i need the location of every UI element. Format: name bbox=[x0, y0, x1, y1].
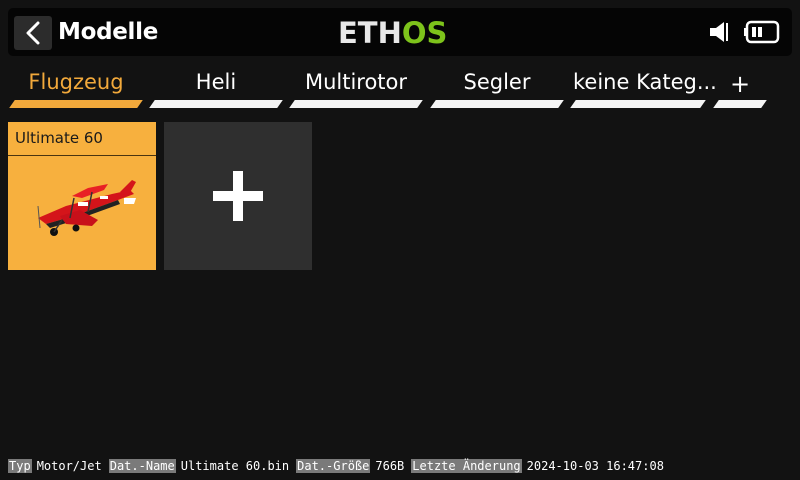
speaker-icon bbox=[710, 22, 728, 42]
tab-flugzeug[interactable]: Flugzeug bbox=[9, 62, 143, 112]
tab-heli[interactable]: Heli bbox=[149, 62, 283, 112]
modified-value: 2024-10-03 16:47:08 bbox=[526, 459, 664, 473]
category-tabs: Flugzeug Heli Multirotor Segler keine Ka… bbox=[0, 62, 800, 112]
chevron-left-icon bbox=[26, 21, 40, 45]
model-card-ultimate-60[interactable]: Ultimate 60 bbox=[8, 122, 156, 270]
add-model-button[interactable] bbox=[164, 122, 312, 270]
tab-segler[interactable]: Segler bbox=[430, 62, 564, 112]
tab-indicator bbox=[430, 100, 564, 108]
type-value: Motor/Jet bbox=[36, 459, 102, 473]
tab-label: Flugzeug bbox=[28, 70, 124, 94]
tab-indicator bbox=[289, 100, 423, 108]
tab-keine-kategorie[interactable]: keine Kateg... bbox=[570, 62, 717, 112]
plus-icon bbox=[213, 171, 263, 221]
tab-indicator bbox=[9, 100, 143, 108]
modified-label: Letzte Änderung bbox=[411, 459, 522, 473]
tab-indicator bbox=[149, 100, 283, 108]
tab-label: keine Kateg... bbox=[573, 70, 717, 94]
tab-add-category[interactable]: + bbox=[713, 62, 767, 112]
tab-indicator bbox=[570, 100, 706, 108]
airplane-icon bbox=[37, 180, 136, 236]
tab-label: Segler bbox=[463, 70, 531, 94]
type-label: Typ bbox=[8, 459, 32, 473]
filesize-label: Dat.-Größe bbox=[296, 459, 371, 473]
tab-indicator bbox=[713, 100, 767, 108]
back-button[interactable] bbox=[14, 16, 52, 50]
tab-label: Multirotor bbox=[304, 70, 408, 94]
divider bbox=[8, 155, 156, 156]
page-title: Modelle bbox=[58, 19, 159, 45]
model-info-bar: Typ Motor/Jet Dat.-Name Ultimate 60.bin Dat.… bbox=[8, 458, 671, 474]
filename-value: Ultimate 60.bin bbox=[180, 459, 290, 473]
tab-label: Heli bbox=[195, 70, 237, 94]
top-bar: Modelle ETHOS bbox=[8, 8, 792, 56]
battery-icon bbox=[744, 20, 780, 44]
filesize-value: 766B bbox=[375, 459, 405, 473]
tab-multirotor[interactable]: Multirotor bbox=[289, 62, 423, 112]
ethos-logo: ETHOS bbox=[338, 16, 448, 50]
filename-label: Dat.-Name bbox=[108, 459, 176, 473]
tab-label: + bbox=[729, 70, 751, 98]
model-name: Ultimate 60 bbox=[15, 129, 103, 147]
